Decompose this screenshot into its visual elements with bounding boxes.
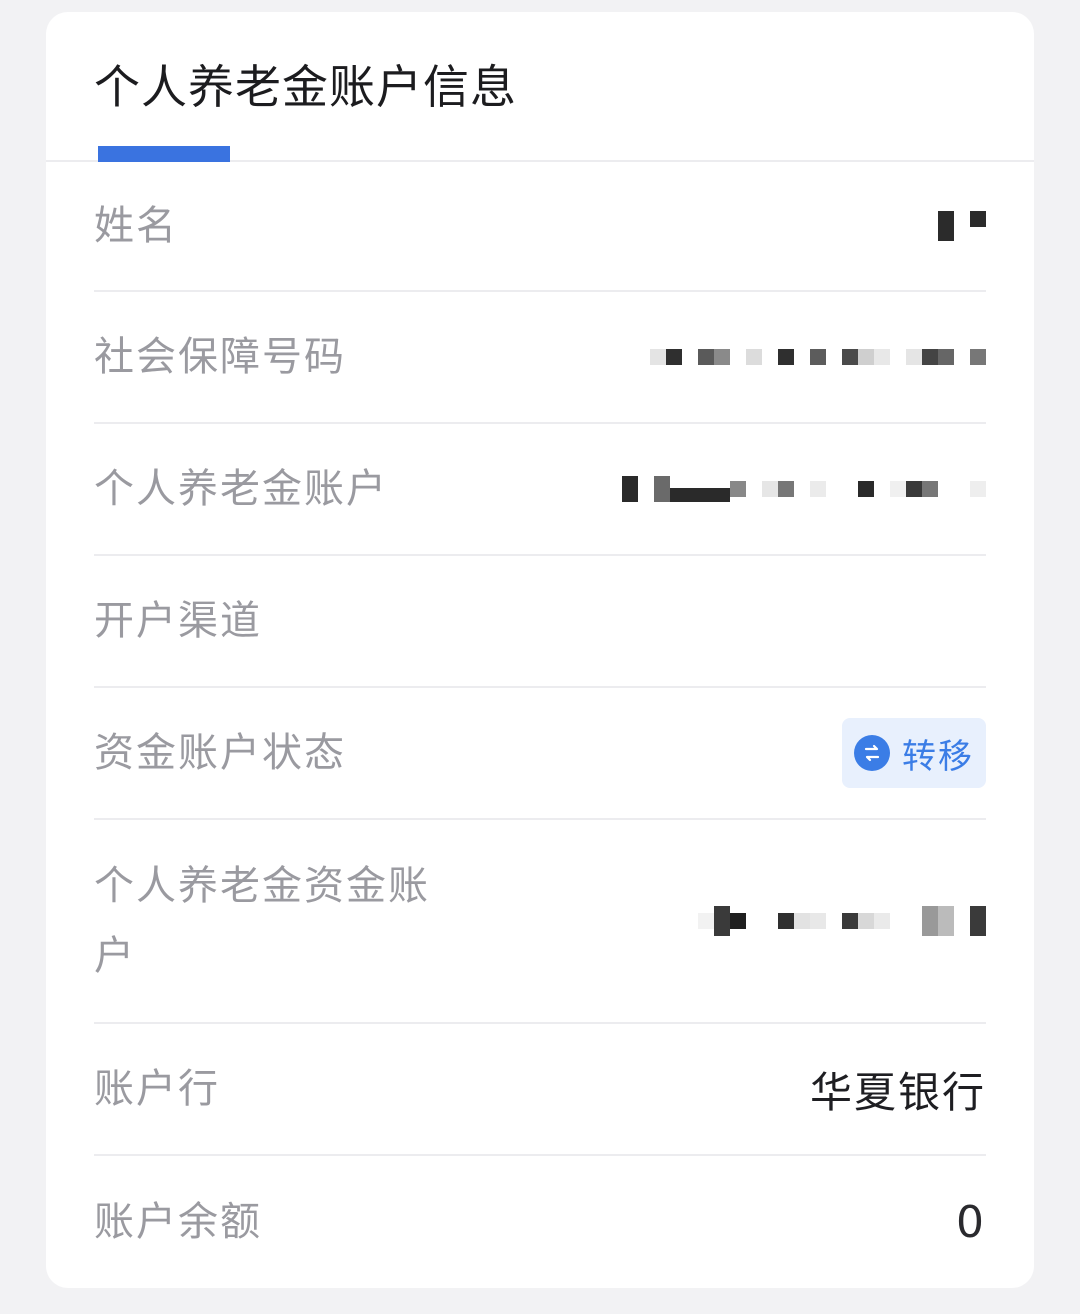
pension-fund-account-label: 个人养老金资金账户 — [94, 863, 430, 979]
ssn-value-masked — [650, 349, 986, 365]
account-balance-label: 账户余额 — [94, 1199, 262, 1245]
tab-indicator — [98, 146, 230, 162]
row-fund-account-status: 资金账户状态 转移 — [94, 688, 986, 820]
pension-account-value-masked — [622, 476, 986, 502]
fund-status-label: 资金账户状态 — [94, 730, 346, 776]
account-bank-value: 华夏银行 — [809, 1067, 986, 1117]
row-opening-channel: 开户渠道 — [94, 556, 986, 688]
name-value-masked — [938, 211, 986, 241]
account-info-card: 个人养老金账户信息 姓名 社会保障号码 个人养老金账户 开户渠道 资金账户状态 … — [46, 12, 1034, 1288]
ssn-label: 社会保障号码 — [94, 334, 346, 380]
opening-channel-label: 开户渠道 — [94, 598, 262, 644]
name-label: 姓名 — [94, 203, 178, 249]
row-account-balance: 账户余额 0 — [94, 1156, 986, 1288]
row-pension-account: 个人养老金账户 — [94, 424, 986, 556]
row-account-bank: 账户行 华夏银行 — [94, 1024, 986, 1156]
row-name: 姓名 — [94, 162, 986, 292]
account-bank-label: 账户行 — [94, 1066, 220, 1112]
row-social-security-number: 社会保障号码 — [94, 292, 986, 424]
row-pension-fund-account: 个人养老金资金账户 — [94, 820, 986, 1024]
page-title: 个人养老金账户信息 — [94, 60, 517, 114]
transfer-icon — [854, 735, 890, 771]
card-header: 个人养老金账户信息 — [46, 12, 1034, 162]
status-badge: 转移 — [842, 718, 986, 788]
status-badge-label: 转移 — [902, 736, 974, 777]
pension-fund-account-value-masked — [698, 906, 986, 936]
account-balance-value: 0 — [956, 1196, 986, 1248]
pension-account-label: 个人养老金账户 — [94, 466, 388, 512]
